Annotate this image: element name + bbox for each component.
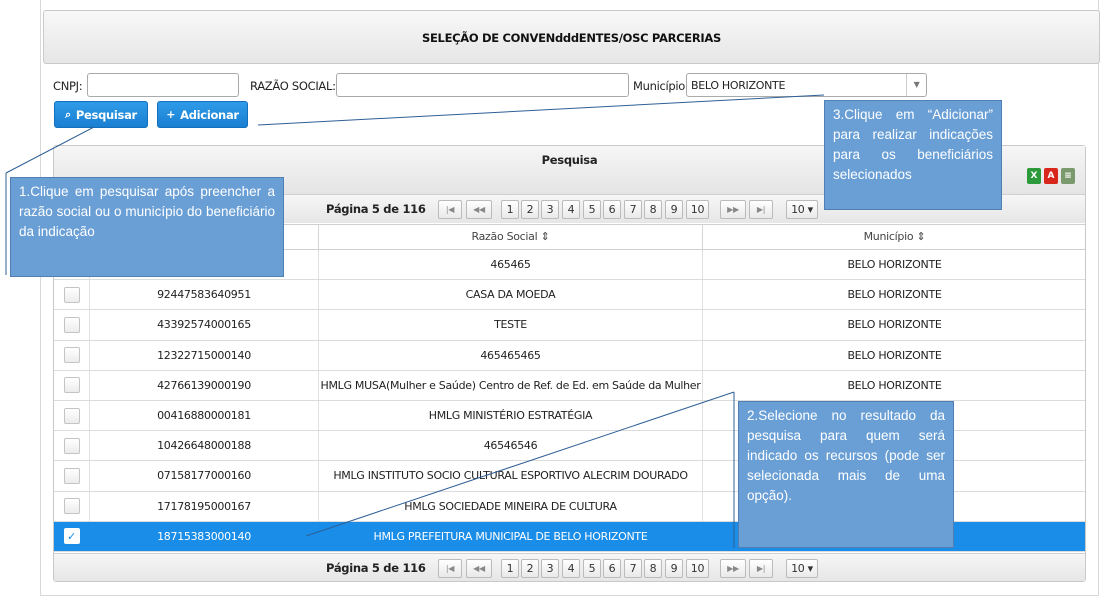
table-row[interactable]: 42766139000190 HMLG MUSA(Mulher e Saúde)… xyxy=(54,370,1085,401)
page-button[interactable]: 6 xyxy=(603,200,621,219)
page-button[interactable]: 10 xyxy=(686,559,709,578)
razao-cell: 465465465 xyxy=(319,340,703,370)
razao-cell: CASA DA MOEDA xyxy=(319,280,703,310)
page-button[interactable]: 1 xyxy=(501,559,519,578)
row-checkbox-checked[interactable]: ✓ xyxy=(63,528,80,545)
cnpj-cell: 00416880000181 xyxy=(90,400,319,431)
razao-social-input[interactable] xyxy=(336,73,629,97)
page-button[interactable]: 2 xyxy=(521,200,539,219)
cnpj-input[interactable] xyxy=(87,73,239,97)
municipio-cell: BELO HORIZONTE xyxy=(847,258,942,272)
csv-icon[interactable]: ≡ xyxy=(1061,168,1075,184)
municipio-cell: BELO HORIZONTE xyxy=(847,348,942,362)
pager-bottom: Página 5 de 116 |◀ ◀◀ 1 2 3 4 5 6 7 8 9 … xyxy=(54,553,1085,581)
cnpj-cell: 42766139000190 xyxy=(90,370,319,400)
page-button[interactable]: 2 xyxy=(521,559,539,578)
search-icon: ⌕ xyxy=(65,107,71,121)
page-button[interactable]: 4 xyxy=(562,559,580,578)
page-button[interactable]: 4 xyxy=(562,200,580,219)
razao-social-label: RAZÃO SOCIAL: xyxy=(250,79,336,93)
cnpj-cell: 07158177000160 xyxy=(90,461,319,491)
page-button[interactable]: 9 xyxy=(665,559,683,578)
municipio-cell: BELO HORIZONTE xyxy=(847,288,942,302)
page-button[interactable]: 7 xyxy=(624,200,642,219)
pager-info: Página 5 de 116 xyxy=(326,202,426,216)
page-button[interactable]: 8 xyxy=(644,200,662,219)
prev-page-icon[interactable]: ◀◀ xyxy=(466,559,492,578)
page-button[interactable]: 1 xyxy=(501,200,519,219)
cnpj-cell: 12322715000140 xyxy=(90,340,319,370)
row-checkbox[interactable] xyxy=(63,316,80,333)
page-button[interactable]: 9 xyxy=(665,200,683,219)
page-size-select[interactable]: 10 ▾ xyxy=(786,559,818,578)
col-municipio-header[interactable]: Município ⇕ xyxy=(703,225,1086,249)
page-size-select[interactable]: 10 ▾ xyxy=(786,200,818,219)
add-button-label: Adicionar xyxy=(180,107,239,122)
table-row[interactable]: 92447583640951 CASA DA MOEDA BELO HORIZO… xyxy=(54,280,1085,311)
table-row[interactable]: 43392574000165 TESTE BELO HORIZONTE xyxy=(54,310,1085,341)
municipio-cell: BELO HORIZONTE xyxy=(847,378,942,392)
razao-cell: HMLG INSTITUTO SOCIO CULTURAL ESPORTIVO … xyxy=(319,461,703,491)
add-button[interactable]: + Adicionar xyxy=(157,101,248,128)
page-button[interactable]: 10 xyxy=(686,200,709,219)
row-checkbox[interactable] xyxy=(63,498,80,515)
municipio-select[interactable]: BELO HORIZONTE ▼ xyxy=(686,73,927,97)
razao-cell: HMLG MUSA(Mulher e Saúde) Centro de Ref.… xyxy=(319,370,703,400)
first-page-icon[interactable]: |◀ xyxy=(438,200,462,219)
callout-step-3: 3.Clique em “Adicionar” para realizar in… xyxy=(824,100,1002,210)
row-checkbox[interactable] xyxy=(63,437,80,454)
row-checkbox[interactable] xyxy=(63,407,80,424)
title-panel: SELEÇÃO DE CONVENdddENTES/OSC PARCERIAS xyxy=(43,10,1100,64)
page-button[interactable]: 3 xyxy=(541,200,559,219)
pager-info: Página 5 de 116 xyxy=(326,561,426,575)
cnpj-label: CNPJ: xyxy=(53,79,83,93)
page-button[interactable]: 7 xyxy=(624,559,642,578)
page-button[interactable]: 3 xyxy=(541,559,559,578)
next-page-icon[interactable]: ▶▶ xyxy=(720,559,746,578)
razao-cell: TESTE xyxy=(319,310,703,340)
razao-cell: HMLG MINISTÉRIO ESTRATÉGIA xyxy=(319,400,703,431)
next-page-icon[interactable]: ▶▶ xyxy=(720,200,746,219)
checkmark-icon: ✓ xyxy=(67,529,76,543)
page-button-current[interactable]: 5 xyxy=(583,200,601,219)
row-checkbox[interactable] xyxy=(63,377,80,394)
cnpj-cell: 17178195000167 xyxy=(90,491,319,521)
municipio-selected-value: BELO HORIZONTE xyxy=(691,79,786,92)
page-title: SELEÇÃO DE CONVENdddENTES/OSC PARCERIAS xyxy=(422,31,721,45)
razao-cell: 46546546 xyxy=(319,431,703,461)
row-checkbox[interactable] xyxy=(63,467,80,484)
page-button-current[interactable]: 5 xyxy=(583,559,601,578)
last-page-icon[interactable]: ▶| xyxy=(749,559,773,578)
search-button-label: Pesquisar xyxy=(75,107,137,122)
col-razao-header[interactable]: Razão Social ⇕ xyxy=(319,225,703,249)
razao-cell: HMLG SOCIEDADE MINEIRA DE CULTURA xyxy=(319,491,703,521)
cnpj-cell: 18715383000140 xyxy=(90,521,319,551)
export-toolbar: X A ≡ xyxy=(1027,168,1075,184)
table-row[interactable]: 12322715000140 465465465 BELO HORIZONTE xyxy=(54,340,1085,371)
prev-page-icon[interactable]: ◀◀ xyxy=(466,200,492,219)
chevron-down-icon[interactable]: ▼ xyxy=(906,74,926,96)
razao-cell: HMLG PREFEITURA MUNICIPAL DE BELO HORIZO… xyxy=(319,521,703,551)
callout-step-1: 1.Clique em pesquisar após preencher a r… xyxy=(10,177,284,277)
first-page-icon[interactable]: |◀ xyxy=(438,559,462,578)
last-page-icon[interactable]: ▶| xyxy=(749,200,773,219)
page-button[interactable]: 6 xyxy=(603,559,621,578)
cnpj-cell: 43392574000165 xyxy=(90,310,319,340)
plus-icon: + xyxy=(166,108,176,121)
search-button[interactable]: ⌕ Pesquisar xyxy=(54,101,148,128)
razao-cell: 465465 xyxy=(319,250,703,280)
callout-step-2: 2.Selecione no resultado da pesquisa par… xyxy=(738,401,954,548)
pdf-icon[interactable]: A xyxy=(1044,168,1058,184)
page-button[interactable]: 8 xyxy=(644,559,662,578)
row-checkbox[interactable] xyxy=(63,286,80,303)
cnpj-cell: 92447583640951 xyxy=(90,280,319,310)
excel-icon[interactable]: X xyxy=(1027,168,1041,184)
municipio-label: Município: xyxy=(633,79,689,93)
cnpj-cell: 10426648000188 xyxy=(90,431,319,461)
row-checkbox[interactable] xyxy=(63,347,80,364)
municipio-cell: BELO HORIZONTE xyxy=(847,318,942,332)
